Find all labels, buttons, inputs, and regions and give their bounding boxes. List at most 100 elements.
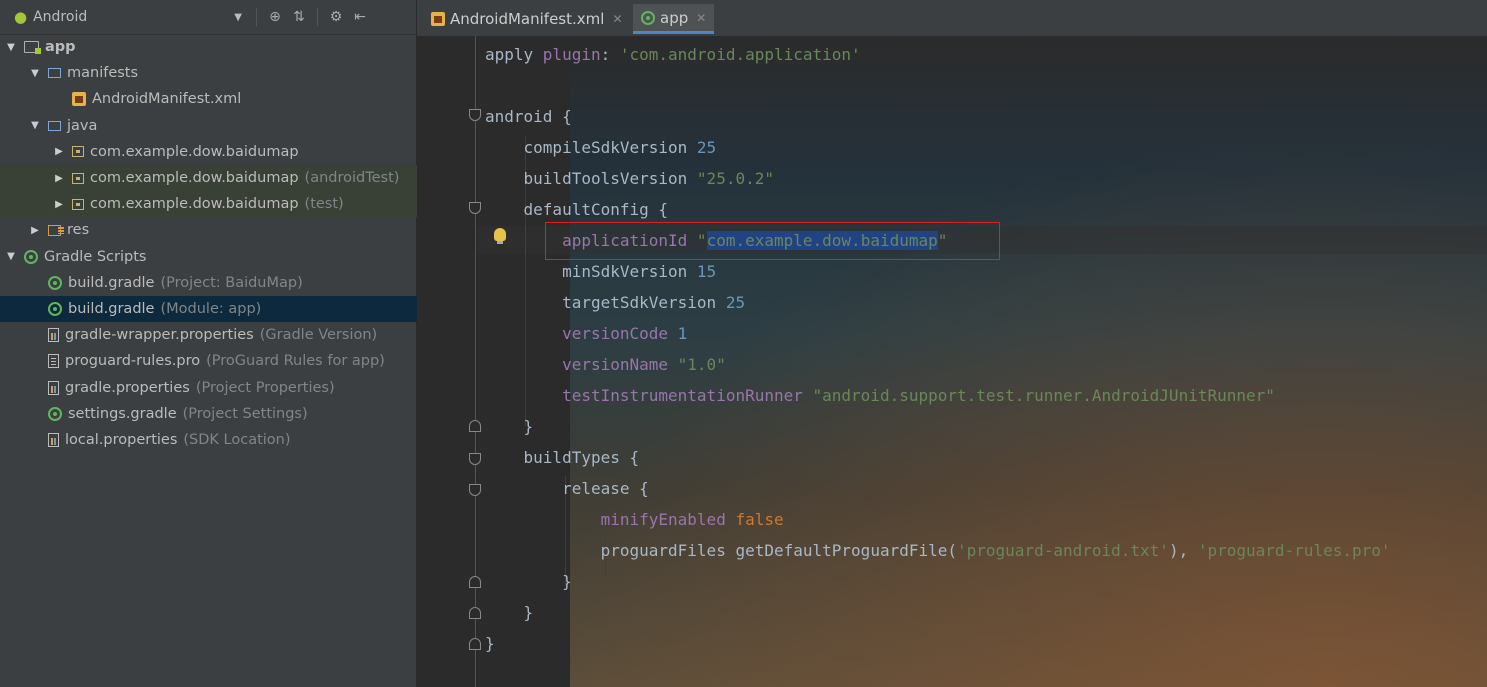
code-line: proguardFiles getDefaultProguardFile('pr…	[485, 535, 1391, 566]
tree-item-label: app	[45, 39, 76, 55]
code-token: :	[600, 45, 620, 64]
gear-icon[interactable]: ⚙	[324, 9, 348, 25]
expanded-arrow-icon[interactable]: ▼	[4, 251, 18, 262]
res-folder-icon	[48, 224, 64, 236]
tab-label: AndroidManifest.xml	[450, 10, 605, 28]
collapsed-arrow-icon[interactable]: ▶	[52, 146, 66, 157]
tree-item[interactable]: gradle-wrapper.properties (Gradle Version…	[0, 322, 444, 348]
tab-androidmanifest[interactable]: AndroidManifest.xml ✕	[423, 4, 631, 34]
folder-icon	[48, 120, 61, 131]
code-line: buildTypes {	[485, 442, 1391, 473]
tree-item-hint: (Module: app)	[160, 301, 262, 317]
tree-item-hint: (androidTest)	[304, 170, 400, 186]
tree-item-hint: (Gradle Version)	[259, 327, 378, 344]
code-line: }	[485, 597, 1391, 628]
collapsed-arrow-icon[interactable]: ▶	[52, 199, 66, 210]
gradle-icon	[48, 406, 62, 421]
tree-item-label: res	[67, 222, 90, 239]
tree-item[interactable]: build.gradle (Module: app)	[0, 296, 444, 322]
code-line: targetSdkVersion 25	[485, 287, 1391, 318]
gradle-icon	[641, 10, 655, 25]
fold-marker[interactable]	[469, 202, 481, 214]
code-token: ),	[1168, 541, 1198, 560]
code-token: compileSdkVersion	[485, 138, 697, 157]
close-icon[interactable]: ✕	[612, 12, 622, 26]
package-icon	[72, 146, 84, 158]
fold-marker[interactable]	[469, 484, 481, 496]
close-icon[interactable]: ✕	[696, 11, 706, 25]
tree-item[interactable]: ▶ com.example.dow.baidumap (androidTest)	[0, 165, 468, 191]
tree-item[interactable]: settings.gradle (Project Settings)	[0, 401, 444, 427]
android-icon: ●	[14, 8, 28, 26]
tree-item[interactable]: local.properties (SDK Location)	[0, 427, 444, 453]
package-icon	[72, 198, 84, 210]
code-line: }	[485, 566, 1391, 597]
code-area[interactable]: apply plugin: 'com.android.application' …	[417, 36, 1487, 687]
collapsed-arrow-icon[interactable]: ▶	[52, 173, 66, 184]
fold-marker[interactable]	[469, 453, 481, 465]
fold-marker[interactable]	[469, 607, 481, 619]
code-token: buildTypes {	[485, 448, 640, 467]
code-editor: AndroidManifest.xml ✕ app ✕ apply plugin…	[417, 0, 1487, 687]
tree-item[interactable]: ▼ Gradle Scripts	[0, 244, 420, 270]
tree-item-label: gradle.properties	[65, 379, 190, 396]
tree-item[interactable]: ▶ com.example.dow.baidumap	[0, 139, 468, 165]
code-line: }	[485, 411, 1391, 442]
project-panel: ● Android ▼ ⊕ ⇅ ⚙ ⇤ ▼ app ▼ manifests Androi…	[0, 0, 468, 687]
collapse-all-icon[interactable]: ⇅	[287, 9, 311, 25]
tree-item[interactable]: build.gradle (Project: BaiduMap)	[0, 270, 444, 296]
tree-item[interactable]: AndroidManifest.xml	[0, 86, 468, 112]
tab-app[interactable]: app ✕	[633, 4, 715, 34]
code-token: }	[485, 417, 534, 436]
hide-panel-icon[interactable]: ⇤	[348, 9, 372, 25]
code-token: }	[485, 634, 495, 653]
tree-item[interactable]: ▼ manifests	[0, 60, 444, 86]
fold-marker[interactable]	[469, 576, 481, 588]
toolbar-divider	[256, 8, 257, 26]
code-line: defaultConfig {	[485, 194, 1391, 225]
code-token: 'proguard-android.txt'	[957, 541, 1169, 560]
code-line: versionName "1.0"	[485, 349, 1391, 380]
xml-file-icon	[431, 12, 445, 26]
toolbar-divider	[317, 8, 318, 26]
gradle-icon	[48, 302, 62, 316]
tree-item[interactable]: ▶ com.example.dow.baidumap (test)	[0, 191, 468, 218]
tree-item[interactable]: proguard-rules.pro (ProGuard Rules for ap…	[0, 348, 444, 374]
code-token: "25.0.2"	[696, 169, 774, 188]
code-token: false	[735, 510, 784, 529]
annotation-highlight-box	[545, 222, 1000, 260]
folder-icon	[48, 68, 61, 79]
tree-item[interactable]: ▶ res	[0, 217, 444, 243]
tree-item-hint: (Project Properties)	[195, 379, 335, 396]
tree-item-label: AndroidManifest.xml	[92, 91, 242, 108]
tree-item-hint: (Project Settings)	[182, 405, 308, 422]
tree-item-label: gradle-wrapper.properties	[65, 327, 254, 344]
fold-marker[interactable]	[469, 420, 481, 432]
tree-item-label: Gradle Scripts	[44, 248, 147, 265]
expanded-arrow-icon[interactable]: ▼	[28, 120, 42, 131]
code-token: versionCode	[562, 324, 678, 343]
code-line: }	[485, 628, 1391, 659]
project-view-selector[interactable]: ● Android ▼	[0, 0, 250, 34]
tree-item-label: manifests	[67, 65, 139, 82]
code-token: release {	[485, 479, 649, 498]
collapsed-arrow-icon[interactable]: ▶	[28, 225, 42, 236]
tree-item[interactable]: gradle.properties (Project Properties)	[0, 375, 444, 401]
code-line: android {	[485, 101, 1391, 132]
tree-item[interactable]: ▼ java	[0, 113, 444, 139]
code-line: buildToolsVersion "25.0.2"	[485, 163, 1391, 194]
expanded-arrow-icon[interactable]: ▼	[4, 42, 18, 53]
chevron-down-icon: ▼	[234, 11, 242, 23]
app-module-icon	[24, 41, 41, 54]
fold-marker[interactable]	[469, 638, 481, 650]
fold-marker[interactable]	[469, 109, 481, 121]
code-token: defaultConfig {	[485, 200, 669, 219]
tree-item[interactable]: ▼ app	[0, 34, 420, 60]
code-token: 25	[696, 138, 717, 157]
scroll-from-source-icon[interactable]: ⊕	[263, 9, 287, 25]
expanded-arrow-icon[interactable]: ▼	[28, 68, 42, 79]
